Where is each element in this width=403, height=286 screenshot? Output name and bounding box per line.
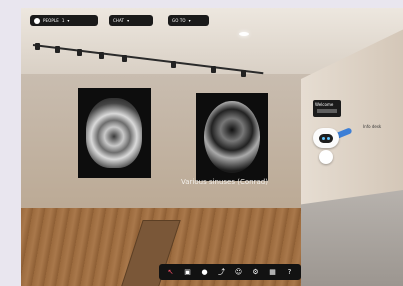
goto-button[interactable]: GO TO ▾ (168, 15, 209, 26)
artwork-caption: Various sinuses (Conrad) (181, 178, 268, 186)
settings-icon[interactable]: ⚙ (252, 268, 260, 276)
people-count: 1 (61, 18, 65, 23)
robot-eye-icon (322, 137, 325, 140)
mri-artwork-right[interactable] (196, 93, 268, 181)
share-icon[interactable]: ⤴ (218, 268, 226, 276)
chat-label: CHAT (113, 18, 125, 23)
robot-head (313, 128, 339, 148)
mri-artwork-left[interactable] (78, 88, 151, 178)
pointer-icon[interactable]: ↖ (167, 268, 175, 276)
avatar-icon (34, 17, 40, 24)
spotlight-icon (241, 70, 246, 77)
far-label: Info desk (363, 124, 382, 129)
robot-eye-icon (327, 137, 330, 140)
camera-icon[interactable]: ▣ (184, 268, 192, 276)
chevron-down-icon: ▾ (67, 18, 70, 23)
chat-button[interactable]: CHAT ▾ (109, 15, 153, 26)
spotlight-icon (77, 49, 82, 56)
chevron-down-icon: ▾ (188, 18, 191, 23)
spotlight-icon (171, 61, 176, 68)
brain-scan-image (86, 98, 142, 168)
goto-label: GO TO (172, 18, 186, 23)
spotlight-icon (35, 43, 40, 50)
brain-venogram-image (204, 101, 260, 173)
screen-frame: Various sinuses (Conrad) Welcome Info de… (0, 0, 403, 286)
ceiling-lamp-icon (239, 32, 249, 36)
emoji-icon[interactable]: ☺ (235, 268, 243, 276)
spotlight-icon (55, 46, 60, 53)
spotlight-icon (122, 55, 127, 62)
chevron-down-icon: ▾ (127, 18, 130, 23)
3d-gallery-scene[interactable]: Various sinuses (Conrad) Welcome Info de… (21, 8, 403, 286)
info-sign-title: Welcome (315, 102, 334, 107)
robot-face (319, 134, 333, 143)
grid-icon[interactable]: ▦ (269, 268, 277, 276)
spotlight-icon (211, 66, 216, 73)
spotlight-icon (99, 52, 104, 59)
tile-floor (301, 190, 403, 286)
info-sign-body (317, 109, 337, 113)
help-icon[interactable]: ? (286, 268, 294, 276)
bottom-toolbar[interactable]: ↖ ▣ ● ⤴ ☺ ⚙ ▦ ? (159, 264, 301, 280)
robot-guide[interactable] (310, 126, 353, 170)
people-label: PEOPLE (43, 18, 59, 23)
robot-body (319, 150, 333, 164)
info-sign[interactable]: Welcome (313, 100, 341, 117)
mic-icon[interactable]: ● (201, 268, 209, 276)
people-button[interactable]: PEOPLE 1 ▾ (30, 15, 98, 26)
